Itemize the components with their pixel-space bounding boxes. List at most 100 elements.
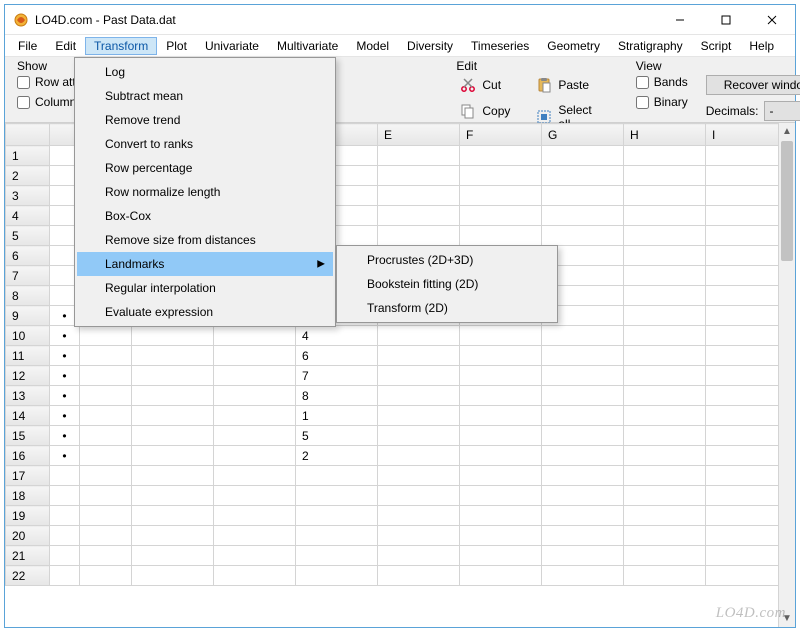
cell[interactable]	[214, 566, 296, 586]
cell[interactable]	[542, 506, 624, 526]
menu-script[interactable]: Script	[692, 37, 741, 55]
cell[interactable]	[460, 326, 542, 346]
cell[interactable]	[378, 226, 460, 246]
cell[interactable]	[296, 466, 378, 486]
cell[interactable]	[460, 146, 542, 166]
cell[interactable]	[378, 526, 460, 546]
cell[interactable]	[214, 546, 296, 566]
scroll-up-arrow[interactable]: ▲	[779, 123, 795, 140]
cell[interactable]	[80, 526, 132, 546]
cell[interactable]	[378, 506, 460, 526]
row-header[interactable]: 15	[6, 426, 50, 446]
cell[interactable]: 5	[296, 426, 378, 446]
cell[interactable]	[624, 366, 706, 386]
cell[interactable]	[214, 326, 296, 346]
minimize-button[interactable]	[657, 5, 703, 35]
close-button[interactable]	[749, 5, 795, 35]
row-header[interactable]: 5	[6, 226, 50, 246]
cell[interactable]	[378, 346, 460, 366]
row-header[interactable]: 8	[6, 286, 50, 306]
cell[interactable]	[378, 186, 460, 206]
cell[interactable]	[460, 526, 542, 546]
cell[interactable]	[624, 406, 706, 426]
cell[interactable]	[542, 546, 624, 566]
cell[interactable]	[460, 506, 542, 526]
cell[interactable]	[80, 506, 132, 526]
cell[interactable]	[80, 566, 132, 586]
cell[interactable]	[542, 426, 624, 446]
cell[interactable]	[80, 486, 132, 506]
maximize-button[interactable]	[703, 5, 749, 35]
column-header[interactable]: H	[624, 124, 706, 146]
cell[interactable]	[378, 166, 460, 186]
transform-menu-item[interactable]: Remove size from distances	[77, 228, 333, 252]
cell[interactable]	[460, 466, 542, 486]
cell[interactable]	[214, 346, 296, 366]
row-header[interactable]: 11	[6, 346, 50, 366]
cell[interactable]	[624, 386, 706, 406]
cell[interactable]	[132, 446, 214, 466]
cell[interactable]: 7	[296, 366, 378, 386]
binary-checkbox[interactable]: Binary	[636, 95, 688, 109]
cell[interactable]	[378, 146, 460, 166]
row-header[interactable]: 2	[6, 166, 50, 186]
cell[interactable]	[296, 486, 378, 506]
cell[interactable]	[542, 206, 624, 226]
cell[interactable]	[542, 326, 624, 346]
landmarks-submenu-item[interactable]: Transform (2D)	[339, 296, 555, 320]
cell[interactable]: 6	[296, 346, 378, 366]
transform-menu-item[interactable]: Box-Cox	[77, 204, 333, 228]
row-header[interactable]: 14	[6, 406, 50, 426]
row-header[interactable]: 20	[6, 526, 50, 546]
row-marker-cell[interactable]: •	[50, 446, 80, 466]
cell[interactable]	[214, 366, 296, 386]
cell[interactable]	[80, 386, 132, 406]
cell[interactable]	[460, 386, 542, 406]
recover-windows-button[interactable]: Recover windows	[706, 75, 800, 95]
cell[interactable]	[378, 386, 460, 406]
landmarks-submenu-item[interactable]: Bookstein fitting (2D)	[339, 272, 555, 296]
row-marker-cell[interactable]: •	[50, 426, 80, 446]
cell[interactable]	[542, 566, 624, 586]
cell[interactable]	[706, 246, 788, 266]
menu-model[interactable]: Model	[347, 37, 398, 55]
cell[interactable]	[624, 286, 706, 306]
transform-menu-item[interactable]: Log	[77, 60, 333, 84]
menu-univariate[interactable]: Univariate	[196, 37, 268, 55]
row-header[interactable]: 10	[6, 326, 50, 346]
cell[interactable]	[624, 226, 706, 246]
row-header[interactable]: 22	[6, 566, 50, 586]
row-header[interactable]: 4	[6, 206, 50, 226]
cell[interactable]	[706, 226, 788, 246]
cell[interactable]	[80, 546, 132, 566]
cell[interactable]	[80, 346, 132, 366]
cell[interactable]	[460, 406, 542, 426]
cell[interactable]	[214, 486, 296, 506]
cell[interactable]	[460, 166, 542, 186]
row-header[interactable]: 13	[6, 386, 50, 406]
menu-file[interactable]: File	[9, 37, 46, 55]
row-attributes-checkbox[interactable]: Row att	[17, 75, 76, 89]
scroll-thumb[interactable]	[781, 141, 793, 261]
cell[interactable]	[542, 466, 624, 486]
cell[interactable]	[542, 406, 624, 426]
cell[interactable]: 4	[296, 326, 378, 346]
cell[interactable]	[706, 486, 788, 506]
cell[interactable]	[624, 466, 706, 486]
menu-help[interactable]: Help	[740, 37, 783, 55]
row-header[interactable]: 1	[6, 146, 50, 166]
cell[interactable]	[378, 466, 460, 486]
cell[interactable]	[80, 366, 132, 386]
cell[interactable]	[132, 426, 214, 446]
cell[interactable]	[460, 206, 542, 226]
cell[interactable]	[296, 546, 378, 566]
cell[interactable]	[214, 466, 296, 486]
cell[interactable]	[706, 466, 788, 486]
cell[interactable]	[460, 446, 542, 466]
cell[interactable]	[132, 566, 214, 586]
bands-checkbox[interactable]: Bands	[636, 75, 688, 89]
cell[interactable]	[706, 426, 788, 446]
paste-button[interactable]: Paste	[532, 75, 595, 95]
cell[interactable]	[624, 526, 706, 546]
menu-multivariate[interactable]: Multivariate	[268, 37, 347, 55]
